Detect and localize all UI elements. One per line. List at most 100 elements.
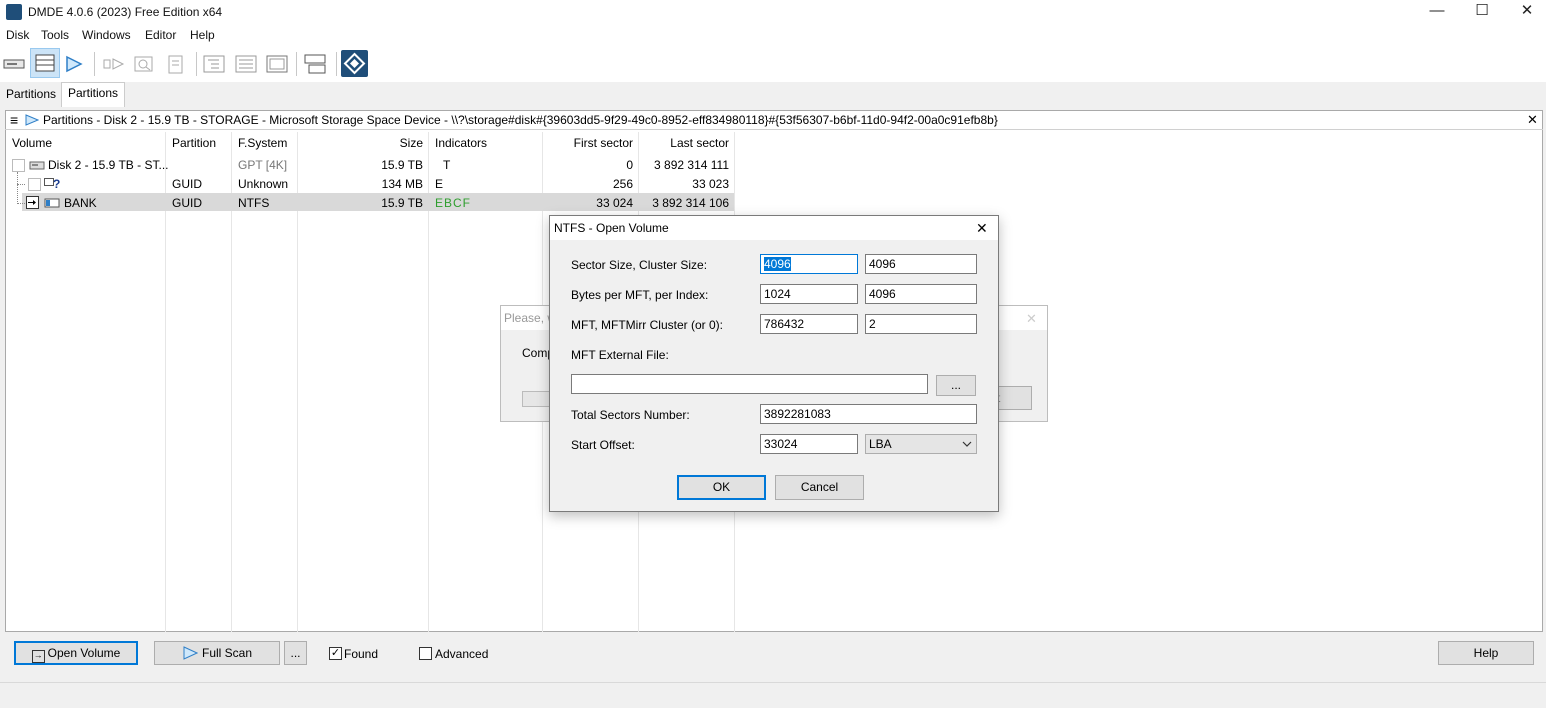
- column-header-indicators[interactable]: Indicators: [435, 136, 487, 150]
- row-last-sector: 3 892 314 111: [654, 158, 729, 172]
- mft-cluster-label: MFT, MFTMirr Cluster (or 0):: [571, 318, 723, 332]
- full-scan-button[interactable]: Full Scan: [154, 641, 280, 665]
- row-indicators: EBCF: [435, 196, 472, 210]
- sector-size-value: 4096: [764, 257, 791, 271]
- menu-bar: [0, 24, 1546, 46]
- volume-drive-icon: [44, 197, 60, 212]
- row-volume[interactable]: BANK: [64, 196, 97, 210]
- advanced-label: Advanced: [435, 647, 489, 661]
- chevron-down-icon: [962, 435, 972, 458]
- dialog-close-icon[interactable]: ✕: [976, 220, 988, 237]
- sector-size-label: Sector Size, Cluster Size:: [571, 258, 708, 272]
- row-fsystem: Unknown: [238, 177, 289, 191]
- close-button[interactable]: ✕: [1504, 0, 1546, 24]
- clusters-icon[interactable]: [100, 50, 128, 78]
- menu-editor[interactable]: Editor: [145, 28, 176, 42]
- toolbar-separator: [336, 52, 337, 76]
- mft-external-file-input[interactable]: [571, 374, 928, 394]
- menu-help[interactable]: Help: [190, 28, 215, 42]
- tree-line: [17, 203, 25, 205]
- row-partition: GUID: [172, 177, 202, 191]
- row-size: 15.9 TB: [381, 158, 423, 172]
- row-last-sector: 33 023: [692, 177, 729, 191]
- tab-partitions-1[interactable]: Partitions: [0, 84, 62, 106]
- list-view-icon[interactable]: [232, 50, 260, 78]
- open-volume-play-icon[interactable]: [60, 50, 88, 78]
- row-fsystem: NTFS: [238, 196, 270, 210]
- mft-cluster-input[interactable]: 786432: [760, 314, 858, 334]
- row-fsystem: GPT [4K]: [238, 158, 288, 172]
- scan-options-button[interactable]: ...: [284, 641, 307, 665]
- open-volume-label: Open Volume: [47, 646, 121, 660]
- minimize-button[interactable]: —: [1414, 0, 1460, 24]
- tab-partitions-2[interactable]: Partitions: [61, 82, 126, 107]
- row-indicators: E: [435, 177, 444, 191]
- row-checkbox[interactable]: [28, 178, 41, 191]
- panel-title: Partitions - Disk 2 - 15.9 TB - STORAGE …: [43, 113, 998, 127]
- panel-menu-icon[interactable]: ≡: [10, 112, 18, 128]
- total-sectors-label: Total Sectors Number:: [571, 408, 690, 422]
- column-header-fsystem[interactable]: F.System: [238, 136, 287, 150]
- disk-select-icon[interactable]: [0, 50, 28, 78]
- dmde-logo-icon[interactable]: [341, 50, 368, 77]
- found-checkbox[interactable]: ✓: [329, 647, 342, 660]
- column-header-volume[interactable]: Volume: [12, 136, 52, 150]
- toolbar-separator: [94, 52, 95, 76]
- tree-line: [17, 172, 19, 204]
- help-button[interactable]: Help: [1438, 641, 1534, 665]
- column-header-size[interactable]: Size: [300, 136, 423, 150]
- cancel-button[interactable]: Cancel: [775, 475, 864, 500]
- cluster-size-input[interactable]: 4096: [865, 254, 977, 274]
- column-header-first-sector[interactable]: First sector: [545, 136, 633, 150]
- mftmirr-cluster-input[interactable]: 2: [865, 314, 977, 334]
- column-header-partition[interactable]: Partition: [172, 136, 216, 150]
- browse-button[interactable]: ...: [936, 375, 976, 396]
- row-first-sector: 256: [612, 177, 633, 191]
- progress-dialog-close-icon: ✕: [1026, 311, 1037, 326]
- row-indicators: T: [443, 158, 451, 172]
- offset-unit-select[interactable]: LBA: [865, 434, 977, 454]
- partitions-list-icon[interactable]: [30, 48, 60, 78]
- tab-bar: [0, 82, 1546, 106]
- app-logo-icon: [6, 4, 22, 20]
- row-partition: GUID: [172, 196, 202, 210]
- row-first-sector: 33 024: [596, 196, 633, 210]
- row-checkbox[interactable]: [12, 159, 25, 172]
- found-label: Found: [344, 647, 379, 661]
- total-sectors-input[interactable]: 3892281083: [760, 404, 977, 424]
- toolbar-separator: [196, 52, 197, 76]
- open-arrow-icon[interactable]: [26, 196, 39, 209]
- menu-windows[interactable]: Windows: [82, 28, 131, 42]
- bytes-per-mft-input[interactable]: 1024: [760, 284, 858, 304]
- open-volume-button[interactable]: → Open Volume: [14, 641, 138, 665]
- details-view-icon[interactable]: [263, 50, 291, 78]
- start-offset-input[interactable]: 33024: [760, 434, 858, 454]
- sectors-view-icon[interactable]: [302, 50, 330, 78]
- row-last-sector: 3 892 314 106: [652, 196, 729, 210]
- file-properties-icon[interactable]: [162, 50, 190, 78]
- row-volume[interactable]: ?: [53, 177, 60, 191]
- ok-button[interactable]: OK: [677, 475, 766, 500]
- advanced-checkbox[interactable]: [419, 647, 432, 660]
- open-arrow-icon: →: [31, 650, 45, 663]
- offset-unit-value: LBA: [869, 437, 892, 451]
- row-volume[interactable]: Disk 2 - 15.9 TB - ST...: [48, 158, 168, 172]
- sector-size-input[interactable]: 4096: [760, 254, 858, 274]
- column-header-last-sector[interactable]: Last sector: [641, 136, 729, 150]
- bytes-per-index-input[interactable]: 4096: [865, 284, 977, 304]
- maximize-button[interactable]: ☐: [1459, 0, 1505, 24]
- play-icon: [182, 645, 199, 667]
- menu-disk[interactable]: Disk: [6, 28, 29, 42]
- panel-close-icon[interactable]: ✕: [1527, 112, 1538, 128]
- tree-line: [17, 184, 25, 186]
- title-bar: [0, 0, 1546, 24]
- hard-disk-icon: [29, 159, 45, 174]
- progress-dialog-button[interactable]: t: [996, 386, 1032, 410]
- search-icon[interactable]: [130, 50, 158, 78]
- menu-tools[interactable]: Tools: [41, 28, 69, 42]
- play-icon: [25, 114, 40, 129]
- full-scan-label: Full Scan: [201, 646, 253, 660]
- row-size: 134 MB: [381, 177, 423, 191]
- tree-view-icon[interactable]: [200, 50, 228, 78]
- bytes-mft-label: Bytes per MFT, per Index:: [571, 288, 709, 302]
